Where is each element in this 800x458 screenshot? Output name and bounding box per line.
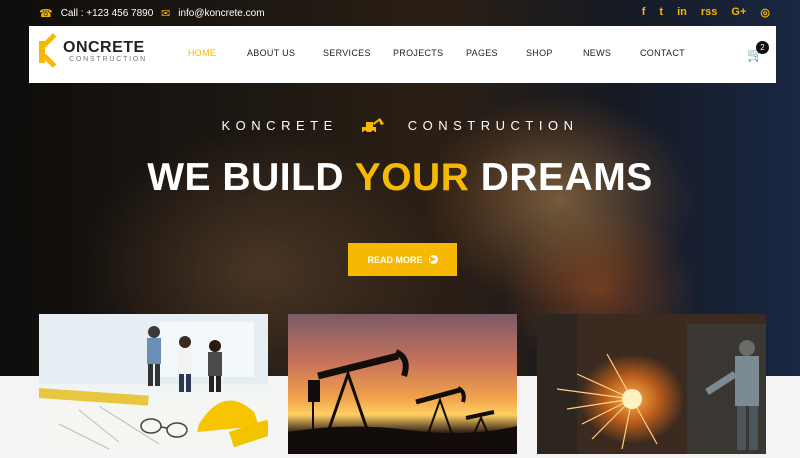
nav-home[interactable]: HOME [188, 48, 216, 58]
envelope-icon: ✉ [161, 8, 171, 20]
nav-pages[interactable]: PAGES [466, 48, 498, 58]
phone-text: Call : +123 456 7890 [60, 8, 154, 19]
headline-end: DREAMS [469, 156, 653, 199]
headline-accent: YOUR [354, 156, 470, 199]
oil-pump-image [288, 349, 517, 454]
service-card-oil[interactable] [288, 314, 517, 454]
nav-contact[interactable]: CONTACT [640, 48, 685, 58]
nav-shop[interactable]: SHOP [526, 48, 553, 58]
nav-about-us[interactable]: ABOUT US [247, 48, 295, 58]
cart-count-badge: 2 [756, 41, 769, 54]
phone-contact[interactable]: ☎ Call : +123 456 7890 [39, 7, 153, 20]
excavator-icon [360, 116, 386, 137]
tagline-left: KONCRETE [221, 117, 338, 133]
main-navbar: ONCRETE CONSTRUCTION HOME ABOUT US SERVI… [29, 26, 776, 83]
logo-name: ONCRETE [63, 39, 145, 56]
planning-image [39, 314, 268, 454]
nav-projects[interactable]: PROJECTS [393, 48, 443, 58]
cart-button[interactable]: 🛒 2 [745, 41, 769, 64]
nav-services[interactable]: SERVICES [323, 48, 371, 58]
nav-news[interactable]: NEWS [583, 48, 611, 58]
rss-icon[interactable]: rss [701, 6, 718, 19]
linkedin-icon[interactable]: in [677, 6, 687, 19]
dribbble-icon[interactable]: ◎ [760, 6, 770, 19]
hero-headline: WE BUILD YOUR DREAMS [0, 156, 800, 200]
email-text: info@koncrete.com [178, 8, 265, 19]
hero-tagline: KONCRETE CONSTRUCTION [0, 116, 800, 137]
google-plus-icon[interactable]: G+ [731, 6, 746, 19]
twitter-icon[interactable]: t [659, 6, 663, 19]
service-card-welding[interactable] [537, 314, 766, 454]
arrow-right-icon: ▶ [428, 255, 438, 264]
social-links: f t in rss G+ ◎ [642, 6, 770, 19]
service-card-planning[interactable] [39, 314, 268, 454]
facebook-icon[interactable]: f [642, 6, 646, 19]
read-more-button[interactable]: READ MORE ▶ [348, 243, 457, 276]
top-bar: ☎ Call : +123 456 7890 ✉ info@koncrete.c… [0, 0, 800, 26]
site-logo[interactable]: ONCRETE CONSTRUCTION [39, 32, 147, 68]
phone-icon: ☎ [39, 8, 53, 20]
email-contact[interactable]: ✉ info@koncrete.com [161, 7, 265, 20]
logo-k-mark [39, 32, 61, 68]
read-more-label: READ MORE [367, 254, 423, 265]
logo-subtitle: CONSTRUCTION [69, 56, 147, 63]
tagline-right: CONSTRUCTION [407, 117, 579, 133]
welding-image [537, 314, 766, 454]
headline-start: WE BUILD [147, 156, 355, 199]
